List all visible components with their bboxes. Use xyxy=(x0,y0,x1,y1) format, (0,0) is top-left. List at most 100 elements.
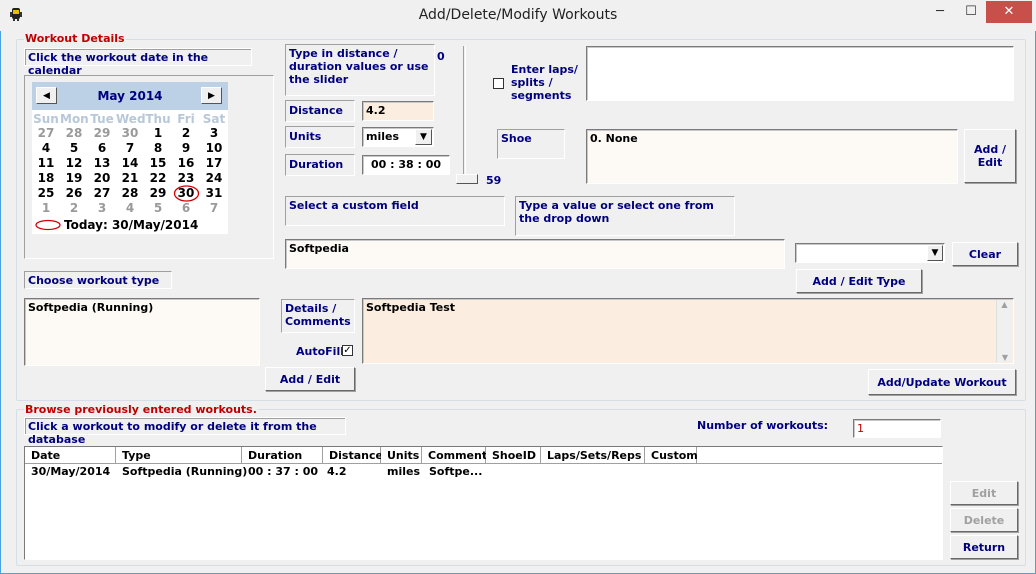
calendar-weekdays: Sun Mon Tue Wed Thu Fri Sat xyxy=(32,112,228,126)
workout-type-list[interactable]: Softpedia (Running) xyxy=(24,298,260,366)
calendar-day[interactable]: 25 xyxy=(32,186,60,201)
calendar-day[interactable]: 13 xyxy=(88,156,116,171)
custom-dropdown-arrow-icon[interactable]: ▼ xyxy=(927,245,943,261)
calendar-day[interactable]: 31 xyxy=(200,186,228,201)
calendar-day-selected[interactable]: 30 xyxy=(172,185,200,202)
laps-textarea[interactable] xyxy=(586,46,1014,101)
window-title: Add/Delete/Modify Workouts xyxy=(418,7,618,23)
slider-bottom-value: 59 xyxy=(486,174,502,187)
calendar-day[interactable]: 24 xyxy=(200,171,228,186)
calendar-next-button[interactable]: ▶ xyxy=(201,87,222,104)
calendar-day[interactable]: 11 xyxy=(32,156,60,171)
workout-count-label: Number of workouts: xyxy=(697,419,829,432)
column-header-date[interactable]: Date xyxy=(25,447,116,464)
calendar-day[interactable]: 12 xyxy=(60,156,88,171)
clear-button[interactable]: Clear xyxy=(952,242,1018,266)
calendar-day[interactable]: 27 xyxy=(88,186,116,201)
add-edit-type-button[interactable]: Add / Edit Type xyxy=(796,269,922,293)
calendar-day[interactable]: 8 xyxy=(144,141,172,156)
calendar-day[interactable]: 27 xyxy=(32,126,60,141)
calendar-day[interactable]: 16 xyxy=(172,156,200,171)
autofill-checkbox[interactable]: ✓ xyxy=(342,345,353,356)
laps-checkbox[interactable] xyxy=(493,78,504,89)
shoe-label: Shoe xyxy=(497,129,565,159)
calendar-day[interactable]: 5 xyxy=(144,201,172,216)
calendar-day[interactable]: 28 xyxy=(116,186,144,201)
custom-value-select[interactable] xyxy=(795,243,945,263)
calendar-day[interactable]: 6 xyxy=(88,141,116,156)
calendar-day[interactable]: 5 xyxy=(60,141,88,156)
cell-type: Softpedia (Running) xyxy=(122,465,248,478)
calendar-prev-button[interactable]: ◀ xyxy=(36,87,57,104)
shoe-list-item[interactable]: 0. None xyxy=(590,132,954,145)
distance-input[interactable]: 4.2 xyxy=(362,101,434,121)
calendar-day[interactable]: 20 xyxy=(88,171,116,186)
column-header-laps[interactable]: Laps/Sets/Reps xyxy=(541,447,645,464)
calendar-day[interactable]: 30 xyxy=(116,126,144,141)
calendar-day[interactable]: 29 xyxy=(144,186,172,201)
scroll-up-icon[interactable]: ▲ xyxy=(997,300,1012,309)
shoe-list[interactable]: 0. None xyxy=(586,129,958,184)
units-dropdown-arrow-icon[interactable]: ▼ xyxy=(415,129,432,145)
duration-input[interactable]: 00 : 38 : 00 xyxy=(362,155,450,175)
calendar-day[interactable]: 2 xyxy=(60,201,88,216)
column-header-type[interactable]: Type xyxy=(116,447,242,464)
calendar-day[interactable]: 10 xyxy=(200,141,228,156)
return-button[interactable]: Return xyxy=(950,535,1018,559)
distance-hint: Type in distance / duration values or us… xyxy=(285,44,435,96)
maximize-button[interactable]: ☐ xyxy=(956,1,986,23)
calendar-day[interactable]: 3 xyxy=(88,201,116,216)
weekday-label: Wed xyxy=(116,112,146,126)
calendar-day[interactable]: 21 xyxy=(116,171,144,186)
column-header-comment[interactable]: Comment xyxy=(422,447,487,464)
details-scrollbar[interactable]: ▲ ▼ xyxy=(996,300,1012,362)
calendar-day[interactable]: 4 xyxy=(32,141,60,156)
calendar-day[interactable]: 29 xyxy=(88,126,116,141)
column-header-custom[interactable]: Custom xyxy=(645,447,698,464)
calendar-days: 27 28 29 30 1 2 3 4 5 6 7 8 9 10 11 12 1… xyxy=(32,126,228,216)
calendar-day[interactable]: 28 xyxy=(60,126,88,141)
delete-button[interactable]: Delete xyxy=(950,508,1018,532)
column-header-duration[interactable]: Duration xyxy=(242,447,323,464)
column-header-distance[interactable]: Distance xyxy=(323,447,383,464)
close-button[interactable]: ✕ xyxy=(986,1,1032,23)
add-update-workout-button[interactable]: Add/Update Workout xyxy=(868,369,1016,395)
scroll-down-icon[interactable]: ▼ xyxy=(997,353,1013,362)
minimize-button[interactable]: ─ xyxy=(925,1,955,23)
calendar-today-label[interactable]: Today: 30/May/2014 xyxy=(64,218,198,233)
details-textarea[interactable]: Softpedia Test xyxy=(362,298,1014,364)
edit-button[interactable]: Edit xyxy=(950,481,1018,505)
calendar-day[interactable]: 15 xyxy=(144,156,172,171)
calendar-day[interactable]: 14 xyxy=(116,156,144,171)
calendar-day[interactable]: 4 xyxy=(116,201,144,216)
custom-field-label: Select a custom field xyxy=(285,196,505,226)
add-edit-type-apply-button[interactable]: Add / Edit xyxy=(265,367,355,391)
custom-field-list[interactable]: Softpedia xyxy=(285,239,785,269)
calendar-day[interactable]: 26 xyxy=(60,186,88,201)
cell-distance: 4.2 xyxy=(327,465,347,478)
calendar-day[interactable]: 17 xyxy=(200,156,228,171)
calendar-day[interactable]: 9 xyxy=(172,141,200,156)
calendar-day[interactable]: 7 xyxy=(116,141,144,156)
calendar-day[interactable]: 6 xyxy=(172,201,200,216)
add-edit-shoe-button[interactable]: Add / Edit xyxy=(964,129,1016,183)
table-row[interactable]: 30/May/2014 Softpedia (Running) 00 : 37 … xyxy=(25,465,942,480)
calendar-day[interactable]: 7 xyxy=(200,201,228,216)
custom-field-item[interactable]: Softpedia xyxy=(289,242,781,255)
calendar-day[interactable]: 1 xyxy=(32,201,60,216)
column-header-shoeid[interactable]: ShoeID xyxy=(486,447,541,464)
calendar-day[interactable]: 22 xyxy=(144,171,172,186)
duration-slider-thumb[interactable] xyxy=(456,174,478,184)
calendar-hint: Click the workout date in the calendar xyxy=(24,48,252,77)
duration-slider-track[interactable] xyxy=(463,46,466,174)
calendar-day[interactable]: 19 xyxy=(60,171,88,186)
workouts-table[interactable]: Date Type Duration Distance Units Commen… xyxy=(24,446,943,560)
calendar-day[interactable]: 3 xyxy=(200,126,228,141)
column-header-units[interactable]: Units xyxy=(381,447,422,464)
calendar-day[interactable]: 18 xyxy=(32,171,60,186)
calendar-day[interactable]: 2 xyxy=(172,126,200,141)
workout-type-item[interactable]: Softpedia (Running) xyxy=(28,301,256,314)
calendar-day[interactable]: 1 xyxy=(144,126,172,141)
workout-count-value: 1 xyxy=(853,419,941,438)
units-label: Units xyxy=(285,126,355,148)
